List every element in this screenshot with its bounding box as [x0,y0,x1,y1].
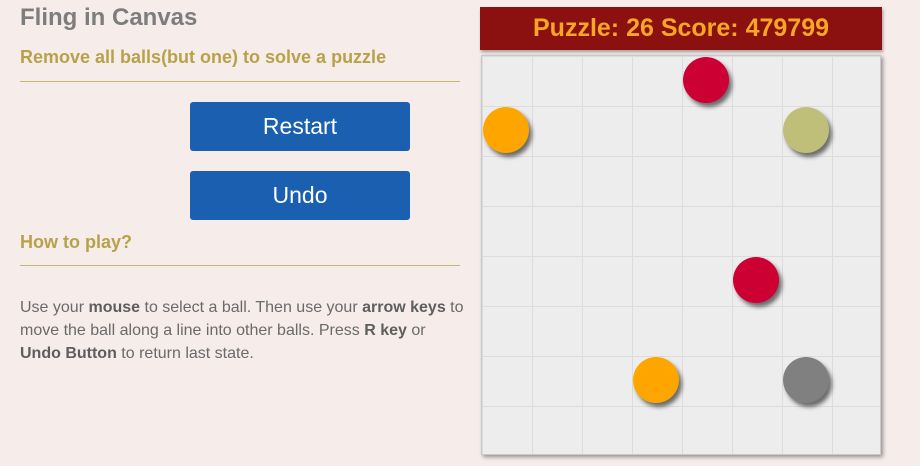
instructions-part-2: to select a ball. Then use your [140,299,363,316]
page-subtitle: Remove all balls(but one) to solve a puz… [20,47,387,67]
ball-3[interactable] [783,107,829,153]
how-to-play-heading: How to play? [20,232,132,252]
restart-button[interactable]: Restart [190,102,410,151]
ball-2[interactable] [483,107,529,153]
instructions-text: Use your mouse to select a ball. Then us… [20,296,465,365]
undo-button[interactable]: Undo [190,171,410,220]
divider-top [20,81,460,82]
keyword-arrow-keys: arrow keys [362,299,446,316]
ball-6[interactable] [783,357,829,403]
game-board[interactable] [481,55,881,455]
keyword-mouse: mouse [88,299,141,316]
instructions-part-1: Use your [20,299,89,316]
keyword-undo-button: Undo Button [20,345,117,362]
divider-howto [20,265,460,266]
instructions-part-4: or [406,322,426,339]
ball-4[interactable] [733,257,779,303]
page-title: Fling in Canvas [20,4,198,31]
keyword-r-key: R key [364,322,407,339]
instructions-part-5: to return last state. [116,345,254,362]
ball-5[interactable] [633,357,679,403]
puzzle-score-header: Puzzle: 26 Score: 479799 [480,7,882,50]
ball-1[interactable] [683,57,729,103]
